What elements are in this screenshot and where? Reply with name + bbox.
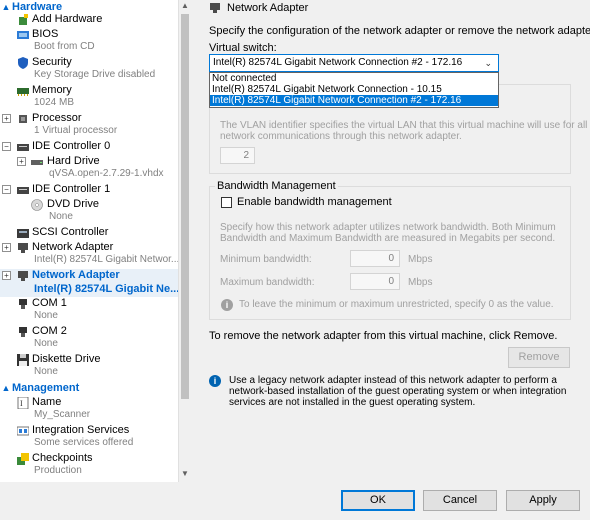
virtual-switch-option[interactable]: Not connected [210,73,498,84]
network-adapter-icon [210,3,220,13]
tree-item-scsi-controller[interactable]: SCSI Controller [0,226,178,241]
tree-item-security[interactable]: Security Key Storage Drive disabled [0,56,178,84]
tree-item-name[interactable]: I Name My_Scanner [0,396,178,424]
tree-scrollbar[interactable]: ▲ ▼ [178,0,190,482]
collapse-icon[interactable]: − [2,185,11,194]
bandwidth-text-1: Specify how this network adapter utilize… [220,222,556,233]
scroll-up-icon[interactable]: ▲ [179,0,191,12]
enable-bandwidth-checkbox[interactable] [221,197,232,208]
expand-icon[interactable]: + [17,157,26,166]
tree-item-com1[interactable]: COM 1 None [0,297,178,325]
network-adapter-icon [18,271,28,281]
max-bandwidth-input[interactable]: 0 [350,273,400,290]
remove-button[interactable]: Remove [508,347,570,368]
network-adapter-icon [18,243,28,253]
vlan-text-1: The VLAN identifier specifies the virtua… [220,120,588,131]
dialog-button-bar: OK Cancel Apply [0,482,590,520]
chevron-down-icon: ⌄ [484,58,492,68]
apply-button[interactable]: Apply [506,490,580,511]
tree-item-ide-controller-1[interactable]: − IDE Controller 1 [0,183,178,198]
checkpoints-icon [17,453,29,465]
ok-button[interactable]: OK [341,490,415,511]
tree-item-network-adapter-2[interactable]: + Network Adapter Intel(R) 82574L Gigabi… [0,269,178,297]
tree-item-add-hardware[interactable]: Add Hardware [0,13,178,28]
name-icon: I [17,397,29,409]
expand-icon[interactable]: + [2,271,11,280]
ide-controller-icon [17,144,29,151]
bios-icon [17,31,29,39]
vlan-id-input[interactable]: 2 [220,147,255,164]
hard-drive-icon [31,160,43,165]
info-icon: i [221,299,233,311]
panel-description: Specify the configuration of the network… [209,25,590,37]
scsi-controller-icon [17,229,29,238]
remove-instruction: To remove the network adapter from this … [209,330,558,342]
info-icon: i [209,375,221,387]
network-adapter-panel: Network Adapter Specify the configuratio… [191,0,590,482]
scroll-down-icon[interactable]: ▼ [179,468,191,480]
collapse-icon[interactable]: − [2,142,11,151]
memory-icon [17,88,29,96]
add-hardware-icon [19,14,28,25]
ide-controller-icon [17,187,29,194]
tree-item-memory[interactable]: Memory 1024 MB [0,84,178,112]
legacy-text-1: Use a legacy network adapter instead of … [229,375,557,386]
max-bandwidth-unit: Mbps [408,277,433,288]
bandwidth-text-2: Bandwidth and Maximum Bandwidth are meas… [220,233,556,244]
tree-item-bios[interactable]: BIOS Boot from CD [0,28,178,56]
integration-services-icon [17,426,29,436]
com-port-icon [19,299,27,309]
expand-icon[interactable]: + [2,114,11,123]
tree-item-com2[interactable]: COM 2 None [0,325,178,353]
tree-item-network-adapter-1[interactable]: + Network Adapter Intel(R) 82574L Gigabi… [0,241,178,269]
bandwidth-hint: To leave the minimum or maximum unrestri… [239,299,554,310]
diskette-icon [17,354,29,366]
legacy-text-2: network-based installation of the guest … [229,386,567,397]
processor-icon [19,115,27,123]
dvd-icon [31,199,43,211]
panel-title: Network Adapter [227,2,309,14]
tree-item-checkpoints[interactable]: Checkpoints Production [0,452,178,480]
hardware-section-header[interactable]: ▲ Hardware [0,0,63,13]
legacy-text-3: services are not installed in the guest … [229,397,476,408]
tree-item-integration-services[interactable]: Integration Services Some services offer… [0,424,178,452]
com-port-icon [19,327,27,337]
tree-item-diskette-drive[interactable]: Diskette Drive None [0,353,178,381]
expand-icon[interactable]: + [2,243,11,252]
tree-item-ide-controller-0[interactable]: − IDE Controller 0 [0,140,178,155]
virtual-switch-option[interactable]: Intel(R) 82574L Gigabit Network Connecti… [210,84,498,95]
tree-item-dvd-drive[interactable]: DVD Drive None [0,198,178,226]
bandwidth-group-title: Bandwidth Management [215,180,338,192]
scrollbar-thumb[interactable] [181,14,189,399]
max-bandwidth-label: Maximum bandwidth: [220,277,315,288]
svg-text:I: I [20,399,23,408]
min-bandwidth-unit: Mbps [408,254,433,265]
cancel-button[interactable]: Cancel [423,490,497,511]
settings-tree: ▲ Hardware Add Hardware BIOS Boot from C… [0,0,178,482]
virtual-switch-label: Virtual switch: [209,42,277,54]
vlan-text-2: network communications through this netw… [220,131,462,142]
enable-bandwidth-label: Enable bandwidth management [237,196,392,208]
virtual-switch-select[interactable]: Intel(R) 82574L Gigabit Network Connecti… [209,54,499,72]
collapse-chevron-icon: ▲ [1,382,11,393]
shield-icon [18,57,28,69]
tree-item-hard-drive[interactable]: + Hard Drive qVSA.open-2.7.29-1.vhdx [0,155,178,183]
virtual-switch-option-selected[interactable]: Intel(R) 82574L Gigabit Network Connecti… [210,95,498,106]
tree-item-processor[interactable]: + Processor 1 Virtual processor [0,112,178,140]
management-section-header[interactable]: ▲ Management [0,381,80,394]
min-bandwidth-label: Minimum bandwidth: [220,254,312,265]
min-bandwidth-input[interactable]: 0 [350,250,400,267]
collapse-chevron-icon: ▲ [1,1,11,12]
virtual-switch-dropdown-list: Not connected Intel(R) 82574L Gigabit Ne… [209,72,499,108]
